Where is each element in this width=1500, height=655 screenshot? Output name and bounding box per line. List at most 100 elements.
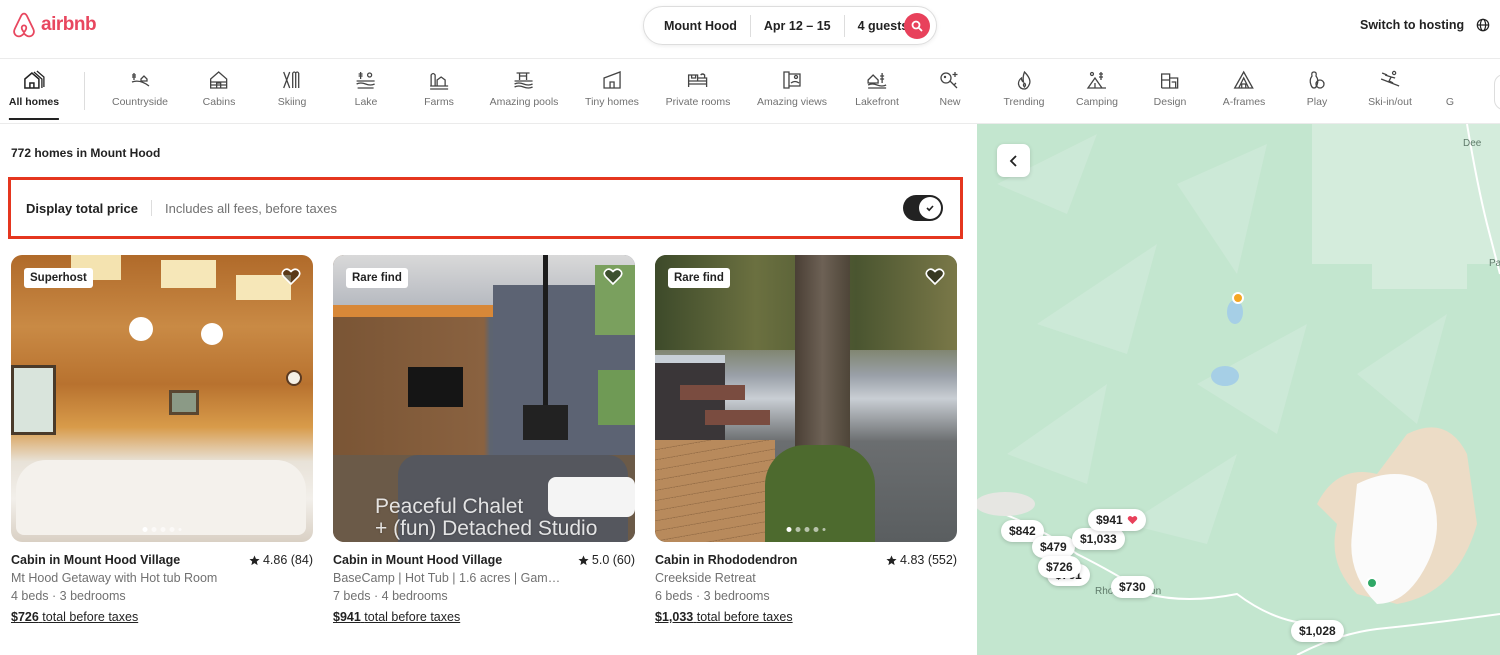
wishlist-button[interactable] (281, 267, 301, 291)
map-price-pin[interactable]: $941 (1088, 509, 1146, 531)
category-private-rooms[interactable]: Private rooms (666, 70, 730, 108)
airbnb-logo[interactable]: airbnb (11, 11, 97, 39)
listing-badge: Superhost (24, 268, 93, 288)
countryside-icon (131, 73, 150, 87)
category-label: All homes (8, 96, 60, 108)
map-price-pin[interactable]: $479 (1032, 536, 1075, 558)
search-dates[interactable]: Apr 12 – 15 (751, 19, 844, 33)
search-button[interactable] (904, 13, 930, 39)
category-skiing[interactable]: Skiing (278, 70, 306, 108)
map-price-pin[interactable]: $726 (1038, 556, 1081, 578)
wishlist-button[interactable] (603, 267, 623, 291)
design-icon (1161, 73, 1179, 89)
map-price-pin[interactable]: $1,033 (1072, 528, 1125, 550)
listing-photo[interactable]: Rare find (655, 255, 957, 542)
filters-button[interactable] (1494, 74, 1500, 110)
category-camping[interactable]: Camping (1076, 70, 1118, 108)
category-amazing-pools[interactable]: Amazing pools (490, 70, 558, 108)
lakefront-icon (867, 73, 887, 89)
carousel-dot[interactable] (151, 527, 157, 532)
category-label: Countryside (111, 96, 169, 108)
listing-rating: 5.0 (60) (578, 553, 635, 567)
listing-description: Creekside Retreat (655, 571, 756, 585)
listing-price: $941 (333, 610, 361, 624)
rating-value: 4.86 (84) (262, 553, 313, 567)
listing-photo[interactable]: Superhost (11, 255, 313, 542)
wishlist-button[interactable] (925, 267, 945, 291)
category-label: Ski-in/out (1368, 96, 1412, 108)
map-price-pin[interactable]: $730 (1111, 576, 1154, 598)
category-label: A-frames (1222, 96, 1266, 108)
total-price-title: Display total price (26, 200, 138, 216)
carousel-dot[interactable] (160, 527, 166, 532)
listing-price-link[interactable]: $726 total before taxes (11, 610, 313, 624)
category-play[interactable]: Play (1306, 70, 1328, 108)
category-design[interactable]: Design (1154, 70, 1186, 108)
star-icon (886, 554, 897, 565)
listing-badge: Rare find (346, 268, 408, 288)
carousel-dot[interactable] (813, 527, 819, 532)
listing-card[interactable]: Superhost Cabin in Mount Hood Village 4.… (11, 255, 313, 624)
overlay-line: Peaceful Chalet (375, 495, 524, 518)
carousel-dot[interactable] (169, 527, 175, 532)
category-ski-in-out[interactable]: Ski-in/out (1368, 70, 1412, 108)
star-icon (249, 554, 260, 565)
skier-icon (1380, 70, 1400, 87)
listing-price-link[interactable]: $941 total before taxes (333, 610, 635, 624)
total-price-toggle[interactable] (903, 195, 943, 221)
checkmark-icon (926, 205, 934, 212)
carousel-dot[interactable] (786, 527, 792, 532)
carousel-dot[interactable] (178, 528, 182, 531)
star-icon (578, 554, 589, 565)
carousel-dot[interactable] (822, 528, 826, 531)
category-cabins[interactable]: Cabins (203, 70, 235, 108)
heart-icon (925, 268, 945, 286)
skylight (161, 260, 216, 288)
search-location[interactable]: Mount Hood (664, 19, 750, 33)
listing-title: Cabin in Mount Hood Village (333, 553, 503, 567)
carousel-dot[interactable] (804, 527, 810, 532)
listing-title: Cabin in Mount Hood Village (11, 553, 181, 567)
category-truncated[interactable]: G (1439, 70, 1461, 108)
hot-tub (655, 355, 725, 445)
map-poi-marker[interactable] (1366, 577, 1378, 589)
listing-photo[interactable]: Peaceful Chalet + (fun) Detached Studio R… (333, 255, 635, 542)
category-tiny-homes[interactable]: Tiny homes (585, 70, 639, 108)
category-trending[interactable]: Trending (1003, 70, 1045, 108)
loft-railing (333, 305, 493, 317)
category-label: G (1445, 96, 1455, 108)
pin-price: $1,033 (1080, 532, 1117, 546)
category-all-homes[interactable]: All homes (8, 70, 60, 120)
logo-text: airbnb (41, 14, 97, 35)
listing-card[interactable]: Peaceful Chalet + (fun) Detached Studio R… (333, 255, 635, 624)
results-map[interactable]: Dee Pa Rhododendron $842 $761 $479 $726 … (977, 124, 1500, 655)
listing-card[interactable]: Rare find Cabin in Rhododendron 4.83 (55… (655, 255, 957, 624)
category-farms[interactable]: Farms (424, 70, 454, 108)
category-countryside[interactable]: Countryside (112, 70, 168, 108)
listing-price-link[interactable]: $1,033 total before taxes (655, 610, 957, 624)
wood-stove (523, 405, 568, 440)
category-a-frames[interactable]: A-frames (1222, 70, 1266, 108)
map-price-pin[interactable]: $1,028 (1291, 620, 1344, 642)
category-amazing-views[interactable]: Amazing views (757, 70, 827, 108)
map-poi-marker[interactable] (1232, 292, 1244, 304)
pendant-light (201, 323, 223, 345)
window (598, 370, 635, 425)
heart-icon (281, 268, 301, 286)
carousel-dot[interactable] (795, 527, 801, 532)
category-lakefront[interactable]: Lakefront (855, 70, 899, 108)
switch-to-hosting-link[interactable]: Switch to hosting (1360, 18, 1464, 32)
search-bar[interactable]: Mount Hood Apr 12 – 15 4 guests (643, 6, 937, 45)
wall-frame (169, 390, 199, 415)
collapse-map-button[interactable] (997, 144, 1030, 177)
category-lake[interactable]: Lake (355, 70, 377, 108)
category-new[interactable]: New (939, 70, 961, 108)
listing-details: 4 beds · 3 bedrooms (11, 589, 126, 603)
listing-price-suffix: total before taxes (42, 610, 139, 624)
listing-title: Cabin in Rhododendron (655, 553, 798, 567)
carousel-dot[interactable] (142, 527, 148, 532)
pin-price: $479 (1040, 540, 1067, 554)
total-price-toggle-row[interactable]: Display total price Includes all fees, b… (13, 182, 958, 234)
language-button[interactable] (1476, 18, 1490, 37)
listing-price: $726 (11, 610, 39, 624)
